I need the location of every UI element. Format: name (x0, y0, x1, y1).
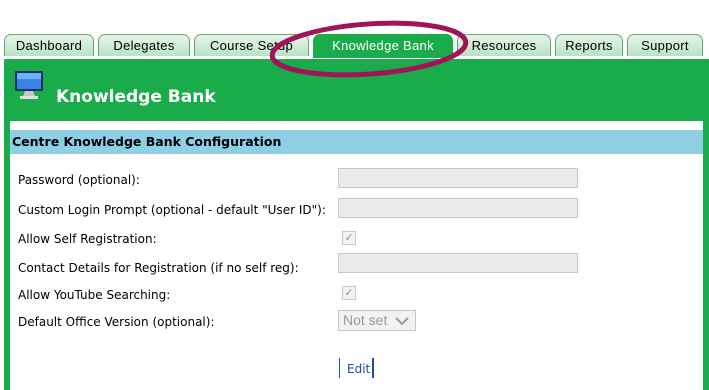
tab-knowledge-bank[interactable]: Knowledge Bank (313, 34, 453, 58)
office-version-value: Not set (343, 312, 388, 328)
edit-cursor (372, 358, 374, 378)
login-prompt-label: Custom Login Prompt (optional - default … (18, 203, 326, 217)
contact-details-field[interactable] (338, 253, 578, 273)
section-title: Centre Knowledge Bank Configuration (12, 134, 282, 149)
password-field[interactable] (338, 168, 578, 188)
tab-support[interactable]: Support (627, 34, 703, 56)
page-header: Knowledge Bank (4, 59, 709, 121)
self-registration-checkbox[interactable]: ✓ (342, 231, 356, 245)
section-header: Centre Knowledge Bank Configuration (10, 130, 703, 154)
edit-link[interactable]: Edit (347, 362, 370, 376)
edit-divider (339, 358, 340, 378)
page-title: Knowledge Bank (56, 87, 216, 107)
tab-dashboard[interactable]: Dashboard (4, 34, 94, 56)
self-registration-label: Allow Self Registration: (18, 232, 157, 246)
monitor-icon (15, 71, 43, 99)
login-prompt-field[interactable] (338, 198, 578, 218)
password-label: Password (optional): (18, 173, 140, 187)
tab-reports[interactable]: Reports (555, 34, 623, 56)
tab-bar: Dashboard Delegates Course Setup Knowled… (4, 34, 709, 60)
tab-delegates[interactable]: Delegates (98, 34, 190, 56)
contact-details-label: Contact Details for Registration (if no … (18, 261, 299, 275)
youtube-label: Allow YouTube Searching: (18, 288, 171, 302)
left-border (4, 121, 10, 390)
tab-resources[interactable]: Resources (457, 34, 551, 56)
chevron-down-icon (395, 317, 409, 326)
office-version-label: Default Office Version (optional): (18, 315, 215, 329)
tab-course-setup[interactable]: Course Setup (194, 34, 309, 56)
right-border (703, 121, 709, 390)
office-version-select[interactable]: Not set (338, 310, 416, 331)
youtube-checkbox[interactable]: ✓ (342, 286, 356, 300)
